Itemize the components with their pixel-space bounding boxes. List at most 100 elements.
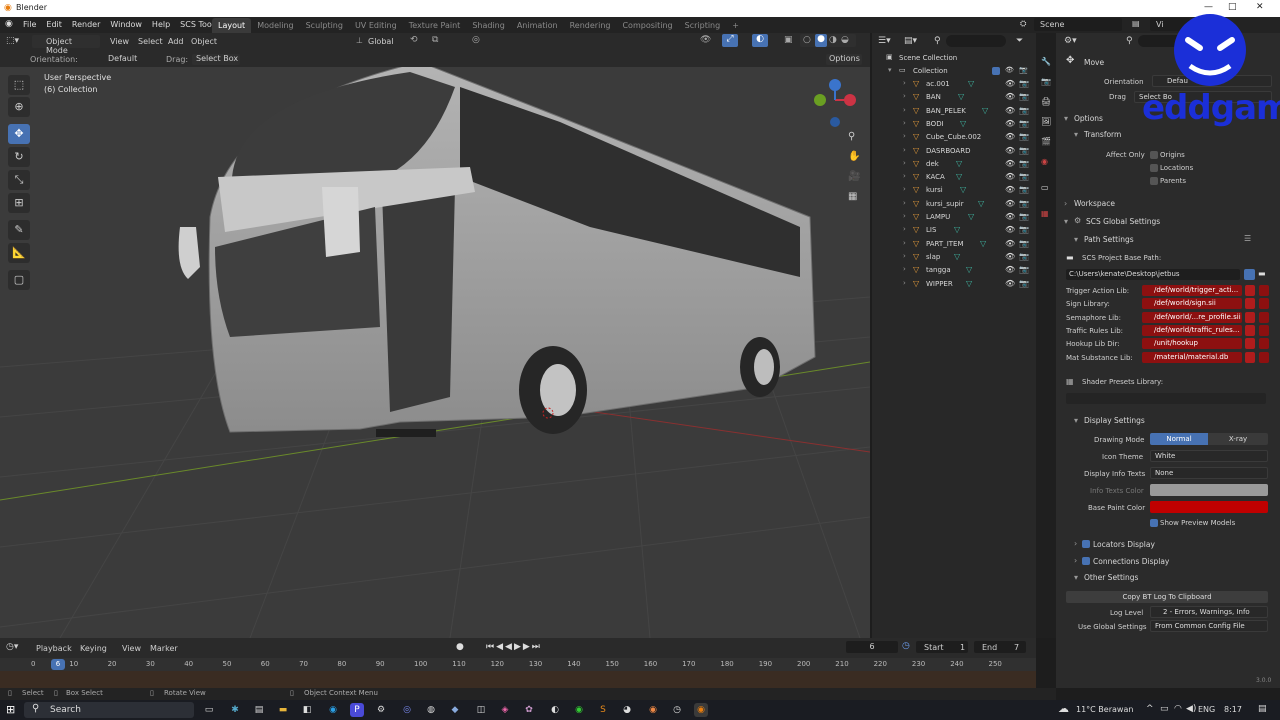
- options-expand-icon[interactable]: ▾: [1064, 114, 1068, 123]
- locations-checkbox[interactable]: [1150, 164, 1158, 172]
- item-render-icon[interactable]: 📷: [1019, 212, 1029, 221]
- pan-hand-icon[interactable]: ✋: [848, 151, 860, 162]
- item-visibility-icon[interactable]: 👁: [1005, 106, 1015, 115]
- expand-item-icon[interactable]: ›: [903, 132, 906, 140]
- tray-chevron-icon[interactable]: ^: [1146, 704, 1154, 714]
- outliner-item[interactable]: › ▽ DASRBOARD 👁 📷: [872, 145, 1036, 158]
- item-render-icon[interactable]: 📷: [1019, 132, 1029, 141]
- show-preview-checkbox[interactable]: [1150, 519, 1158, 527]
- transform-space-dropdown[interactable]: Global: [368, 37, 394, 46]
- expand-item-icon[interactable]: ›: [903, 239, 906, 247]
- taskbar-search-box[interactable]: ⚲ Search: [24, 702, 194, 718]
- outliner-item[interactable]: › ▽ KACA ▽ 👁 📷: [872, 171, 1036, 184]
- editor-type-icon[interactable]: ⬚▾: [6, 36, 19, 46]
- outliner-item[interactable]: › ▽ BODI ▽ 👁 📷: [872, 118, 1036, 131]
- outliner-item[interactable]: › ▽ tangga ▽ 👁 📷: [872, 264, 1036, 277]
- chrome-icon[interactable]: ◕: [620, 703, 634, 717]
- base-path-input[interactable]: C:\Users\kenate\Desktop\jetbus: [1066, 269, 1240, 280]
- item-render-icon[interactable]: 📷: [1019, 92, 1029, 101]
- gizmo-toggle-icon[interactable]: ⤢: [722, 34, 738, 47]
- tab-compositing[interactable]: Compositing: [616, 18, 678, 33]
- item-visibility-icon[interactable]: 👁: [1005, 225, 1015, 234]
- library-browse-icon[interactable]: [1259, 285, 1269, 296]
- outliner-item[interactable]: › ▽ dek ▽ 👁 📷: [872, 158, 1036, 171]
- base-path-browse-icon[interactable]: ▬: [1258, 269, 1266, 278]
- firefox-icon[interactable]: ◉: [646, 703, 660, 717]
- scale-tool-icon[interactable]: ⤡: [8, 170, 30, 190]
- premiere-icon[interactable]: P: [350, 703, 364, 717]
- item-render-icon[interactable]: 📷: [1019, 279, 1029, 288]
- library-refresh-icon[interactable]: [1245, 338, 1255, 350]
- tab-scripting[interactable]: Scripting: [679, 18, 727, 33]
- library-refresh-icon[interactable]: [1245, 311, 1255, 323]
- expand-item-icon[interactable]: ›: [903, 146, 906, 154]
- item-render-icon[interactable]: 📷: [1019, 79, 1029, 88]
- base-paint-swatch[interactable]: [1150, 501, 1268, 513]
- select-tool-icon[interactable]: ⬚: [8, 75, 30, 95]
- workspace-section[interactable]: Workspace: [1074, 199, 1115, 208]
- item-render-icon[interactable]: 📷: [1019, 199, 1029, 208]
- add-cube-tool-icon[interactable]: ▢: [8, 270, 30, 290]
- outliner-item[interactable]: › ▽ WIPPER ▽ 👁 📷: [872, 278, 1036, 291]
- mode-selector[interactable]: Object Mode: [32, 35, 100, 55]
- outliner-search-input[interactable]: [946, 35, 1006, 47]
- material-shading-icon[interactable]: ◑: [829, 35, 837, 45]
- expand-item-icon[interactable]: ›: [903, 252, 906, 260]
- world-tab-icon[interactable]: ◉: [1041, 157, 1048, 166]
- expand-item-icon[interactable]: ›: [903, 265, 906, 273]
- item-visibility-icon[interactable]: 👁: [1005, 265, 1015, 274]
- transform-section[interactable]: Transform: [1084, 130, 1121, 139]
- weather-text[interactable]: 11°C Berawan: [1076, 705, 1133, 714]
- app-icon-5[interactable]: ◐: [548, 703, 562, 717]
- copy-log-button[interactable]: Copy BT Log To Clipboard: [1066, 591, 1268, 603]
- connections-display-section[interactable]: Connections Display: [1093, 557, 1169, 566]
- visibility-icon[interactable]: 👁: [700, 35, 711, 45]
- expand-item-icon[interactable]: ›: [903, 225, 906, 233]
- outliner-item[interactable]: › ▽ BAN_PELEK ▽ 👁 📷: [872, 105, 1036, 118]
- explorer-icon[interactable]: ▬: [276, 703, 290, 717]
- expand-item-icon[interactable]: ›: [903, 106, 906, 114]
- expand-item-icon[interactable]: ›: [903, 212, 906, 220]
- parents-checkbox[interactable]: [1150, 177, 1158, 185]
- snap-icon[interactable]: ⧉: [432, 35, 438, 45]
- overlay-toggle-icon[interactable]: ◐: [752, 34, 768, 47]
- outliner-item[interactable]: › ▽ ac.001 ▽ 👁 📷: [872, 78, 1036, 91]
- collection-render-icon[interactable]: 📷: [1019, 66, 1028, 74]
- item-render-icon[interactable]: 📷: [1019, 106, 1029, 115]
- item-visibility-icon[interactable]: 👁: [1005, 119, 1015, 128]
- tab-shading[interactable]: Shading: [466, 18, 511, 33]
- whatsapp-icon[interactable]: ◉: [572, 703, 586, 717]
- item-visibility-icon[interactable]: 👁: [1005, 172, 1015, 181]
- tab-rendering[interactable]: Rendering: [564, 18, 617, 33]
- outliner-item[interactable]: › ▽ PART_ITEM ▽ 👁 📷: [872, 238, 1036, 251]
- move-tool-icon[interactable]: ✥: [8, 124, 30, 144]
- expand-collection-icon[interactable]: ▾: [888, 66, 892, 74]
- library-refresh-icon[interactable]: [1245, 285, 1255, 296]
- task-view-icon[interactable]: ▭: [202, 703, 216, 717]
- playback-controls[interactable]: ⏮◀◀▶▶⏭: [486, 642, 542, 652]
- expand-item-icon[interactable]: ›: [903, 119, 906, 127]
- wireframe-shading-icon[interactable]: ○: [803, 35, 811, 45]
- display-mode-icon[interactable]: ▤▾: [904, 36, 917, 46]
- xray-icon[interactable]: ▣: [784, 35, 793, 45]
- item-visibility-icon[interactable]: 👁: [1005, 92, 1015, 101]
- camera-view-icon[interactable]: 🎥: [848, 171, 860, 182]
- start-frame-field[interactable]: Start 1: [916, 641, 968, 653]
- library-path-input[interactable]: /material/material.db: [1142, 351, 1242, 363]
- solid-shading-icon[interactable]: ●: [815, 34, 827, 47]
- display-settings-expand-icon[interactable]: ▾: [1074, 416, 1078, 425]
- menu-add[interactable]: Add: [168, 37, 184, 46]
- connections-expand-icon[interactable]: ›: [1074, 556, 1077, 565]
- orientation-dropdown[interactable]: Default: [94, 54, 158, 65]
- current-frame-field[interactable]: 6: [846, 641, 898, 653]
- drawing-mode-xray-button[interactable]: X-ray: [1208, 433, 1268, 445]
- collection-visibility-icon[interactable]: 👁: [1005, 66, 1014, 74]
- outliner-item[interactable]: › ▽ BAN ▽ 👁 📷: [872, 91, 1036, 104]
- app-icon-4[interactable]: ✿: [522, 703, 536, 717]
- locators-display-checkbox[interactable]: [1082, 540, 1090, 548]
- drawing-mode-normal-button[interactable]: Normal: [1150, 433, 1208, 445]
- item-visibility-icon[interactable]: 👁: [1005, 185, 1015, 194]
- menu-select[interactable]: Select: [138, 37, 163, 46]
- item-render-icon[interactable]: 📷: [1019, 185, 1029, 194]
- path-settings-section[interactable]: Path Settings: [1084, 235, 1134, 244]
